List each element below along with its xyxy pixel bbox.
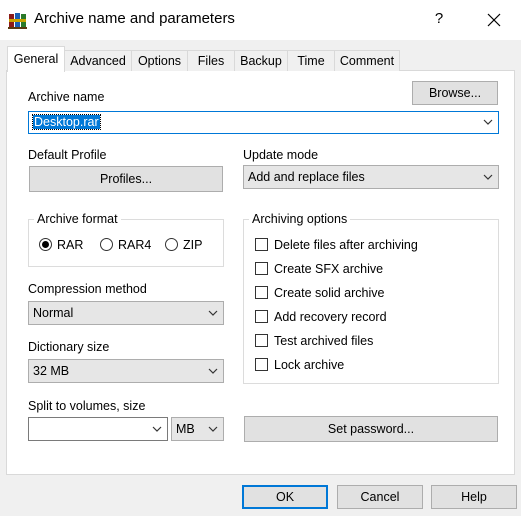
checkbox-delete-files-label[interactable]: Delete files after archiving <box>274 238 418 252</box>
tab-advanced[interactable]: Advanced <box>64 50 132 71</box>
radio-rar4-label[interactable]: RAR4 <box>118 238 151 252</box>
tab-comment[interactable]: Comment <box>334 50 400 71</box>
checkbox-create-sfx-label[interactable]: Create SFX archive <box>274 262 383 276</box>
split-unit-value: MB <box>176 422 195 436</box>
checkbox-test-files[interactable] <box>255 334 268 347</box>
profiles-button[interactable]: Profiles... <box>29 166 223 192</box>
checkbox-lock-archive[interactable] <box>255 358 268 371</box>
checkbox-create-solid-label[interactable]: Create solid archive <box>274 286 384 300</box>
update-mode-value: Add and replace files <box>248 170 365 184</box>
cancel-button[interactable]: Cancel <box>337 485 423 509</box>
compression-method-value: Normal <box>33 306 74 320</box>
chevron-down-icon[interactable] <box>482 166 494 188</box>
checkbox-test-files-label[interactable]: Test archived files <box>274 334 373 348</box>
tab-options[interactable]: Options <box>131 50 188 71</box>
compression-method-select[interactable]: Normal <box>28 301 224 325</box>
close-icon[interactable] <box>480 6 508 34</box>
update-mode-select[interactable]: Add and replace files <box>243 165 499 189</box>
tab-time[interactable]: Time <box>287 50 335 71</box>
checkbox-recovery-record-label[interactable]: Add recovery record <box>274 310 387 324</box>
browse-button[interactable]: Browse... <box>412 81 498 105</box>
tab-general[interactable]: General <box>7 46 65 72</box>
ok-button[interactable]: OK <box>242 485 328 509</box>
set-password-button[interactable]: Set password... <box>244 416 498 442</box>
archive-name-combo[interactable]: Desktop.rar <box>28 111 499 134</box>
compression-method-label: Compression method <box>28 282 147 296</box>
split-volumes-combo[interactable] <box>28 417 168 441</box>
split-unit-select[interactable]: MB <box>171 417 224 441</box>
radio-rar4[interactable] <box>100 238 113 251</box>
radio-rar-label[interactable]: RAR <box>57 238 83 252</box>
checkbox-lock-archive-label[interactable]: Lock archive <box>274 358 344 372</box>
archiving-options-label: Archiving options <box>249 212 351 226</box>
default-profile-label: Default Profile <box>28 148 107 162</box>
chevron-down-icon[interactable] <box>151 418 163 440</box>
radio-zip[interactable] <box>165 238 178 251</box>
winrar-books-icon <box>8 10 28 30</box>
radio-rar[interactable] <box>39 238 52 251</box>
dictionary-size-select[interactable]: 32 MB <box>28 359 224 383</box>
split-volumes-label: Split to volumes, size <box>28 399 146 413</box>
dictionary-size-value: 32 MB <box>33 364 70 378</box>
checkbox-create-solid[interactable] <box>255 286 268 299</box>
archive-format-label: Archive format <box>34 212 121 226</box>
chevron-down-icon[interactable] <box>482 112 494 133</box>
help-title-button[interactable]: ? <box>426 6 452 32</box>
archive-name-label: Archive name <box>28 90 105 104</box>
tab-files[interactable]: Files <box>187 50 235 71</box>
checkbox-recovery-record[interactable] <box>255 310 268 323</box>
checkbox-create-sfx[interactable] <box>255 262 268 275</box>
chevron-down-icon[interactable] <box>207 360 219 382</box>
tab-backup[interactable]: Backup <box>234 50 288 71</box>
radio-zip-label[interactable]: ZIP <box>183 238 202 252</box>
archive-name-input[interactable]: Desktop.rar <box>32 114 101 130</box>
dictionary-size-label: Dictionary size <box>28 340 110 354</box>
chevron-down-icon[interactable] <box>207 418 219 440</box>
window-title: Archive name and parameters <box>34 10 235 27</box>
chevron-down-icon[interactable] <box>207 302 219 324</box>
update-mode-label: Update mode <box>243 148 319 162</box>
help-button[interactable]: Help <box>431 485 517 509</box>
checkbox-delete-files[interactable] <box>255 238 268 251</box>
